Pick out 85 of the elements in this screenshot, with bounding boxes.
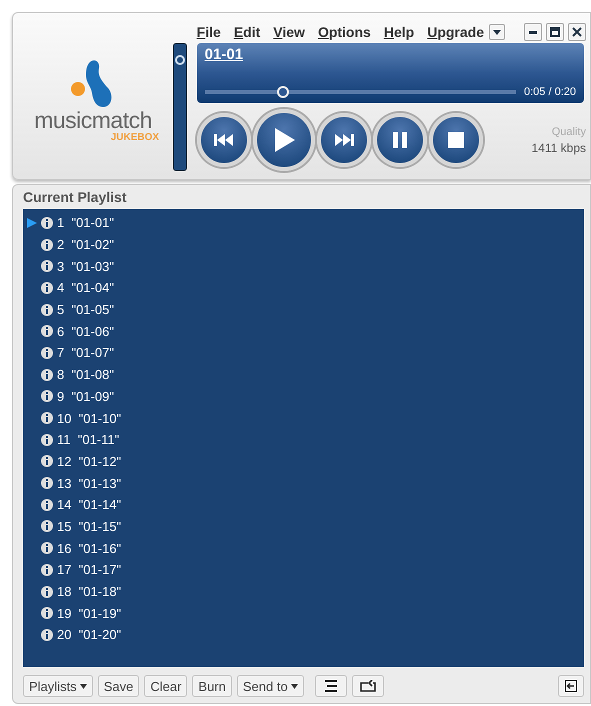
info-icon[interactable]: [41, 238, 53, 251]
collapse-icon: [565, 680, 577, 692]
repeat-icon: [358, 680, 377, 692]
info-icon[interactable]: [41, 434, 53, 446]
next-button[interactable]: [316, 113, 371, 167]
track-item[interactable]: 6 "01-06": [57, 324, 114, 339]
track-item[interactable]: 17 "01-17": [57, 562, 122, 578]
align-icon: [322, 680, 339, 692]
track-item[interactable]: 1 "01-01": [57, 215, 114, 230]
previous-button[interactable]: [196, 113, 251, 167]
info-icon[interactable]: [41, 325, 53, 338]
info-icon[interactable]: [41, 607, 53, 620]
quality-label: Quality: [552, 126, 586, 138]
volume-thumb[interactable]: [175, 55, 186, 66]
info-icon[interactable]: [41, 628, 53, 641]
collapse-button[interactable]: [558, 675, 584, 697]
pause-icon: [392, 132, 407, 148]
track-item[interactable]: 3 "01-03": [57, 258, 114, 274]
menu-item[interactable]: View: [273, 24, 305, 40]
track-item[interactable]: 12 "01-12": [57, 454, 122, 469]
menu-item[interactable]: File: [196, 24, 221, 40]
info-icon[interactable]: [41, 564, 53, 576]
menu-item[interactable]: Edit: [234, 24, 260, 40]
track-item[interactable]: 20 "01-20": [57, 627, 122, 642]
info-icon[interactable]: [41, 520, 53, 532]
stop-icon: [448, 132, 464, 148]
track-item[interactable]: 7 "01-07": [57, 345, 114, 360]
close-icon: [572, 27, 582, 37]
track-item[interactable]: 2 "01-02": [57, 237, 114, 252]
toolbar-button[interactable]: Clear: [144, 675, 188, 697]
track-item[interactable]: 13 "01-13": [57, 476, 122, 491]
toolbar-button[interactable]: Send to: [236, 675, 304, 697]
info-icon[interactable]: [41, 390, 53, 402]
info-icon[interactable]: [41, 368, 53, 381]
maximize-icon: [550, 27, 560, 37]
stop-button[interactable]: [428, 113, 483, 167]
track-item[interactable]: 8 "01-08": [57, 367, 114, 382]
track-item[interactable]: 9 "01-09": [57, 388, 114, 404]
track-item[interactable]: 19 "01-19": [57, 606, 122, 621]
play-icon: [272, 128, 295, 152]
playlist-title: Current Playlist: [23, 189, 128, 205]
info-icon[interactable]: [41, 216, 53, 229]
info-icon[interactable]: [41, 304, 53, 316]
track-item[interactable]: 11 "01-11": [57, 432, 120, 448]
repeat-button[interactable]: [352, 675, 384, 697]
info-icon[interactable]: [41, 586, 53, 598]
seek-thumb[interactable]: [276, 86, 288, 98]
track-item[interactable]: 14 "01-14": [57, 497, 122, 512]
toolbar-button[interactable]: Burn: [192, 675, 232, 697]
info-icon[interactable]: [41, 542, 53, 554]
volume-slider[interactable]: [173, 43, 187, 171]
info-icon[interactable]: [41, 477, 53, 490]
play-button[interactable]: [252, 109, 315, 171]
toolbar-button[interactable]: Playlists: [23, 675, 93, 697]
track-item[interactable]: 4 "01-04": [57, 280, 114, 296]
minimize-icon: [529, 30, 537, 34]
next-icon: [334, 134, 354, 146]
close-button[interactable]: [568, 23, 586, 41]
info-icon[interactable]: [41, 412, 53, 424]
info-icon[interactable]: [41, 282, 53, 294]
menu-item[interactable]: Upgrade: [427, 24, 484, 40]
time-display: 0:05 / 0:20: [524, 86, 576, 98]
logo-subtitle: JUKEBOX: [110, 132, 160, 143]
track-item[interactable]: 10 "01-10": [57, 410, 122, 426]
pause-button[interactable]: [372, 113, 427, 167]
info-icon[interactable]: [41, 346, 53, 359]
toolbar-button[interactable]: Save: [98, 675, 140, 697]
previous-icon: [214, 134, 234, 146]
track-item[interactable]: 5 "01-05": [57, 302, 114, 318]
menu-item[interactable]: Options: [318, 24, 371, 40]
logo-wordmark: musicmatch: [34, 109, 152, 132]
dropdown-button[interactable]: [489, 24, 505, 40]
caret-icon: [493, 30, 501, 34]
align-button[interactable]: [314, 675, 347, 697]
bitrate-value: 1411 kbps: [532, 140, 586, 154]
menu-item[interactable]: Help: [384, 24, 414, 40]
minimize-button[interactable]: [524, 23, 542, 41]
track-title: 01-01: [204, 46, 244, 63]
info-icon[interactable]: [41, 455, 53, 468]
track-item[interactable]: 15 "01-15": [57, 518, 122, 534]
maximize-button[interactable]: [546, 23, 564, 41]
info-icon[interactable]: [41, 498, 53, 511]
track-item[interactable]: 16 "01-16": [57, 540, 122, 556]
info-icon[interactable]: [41, 260, 53, 272]
track-item[interactable]: 18 "01-18": [57, 584, 122, 600]
